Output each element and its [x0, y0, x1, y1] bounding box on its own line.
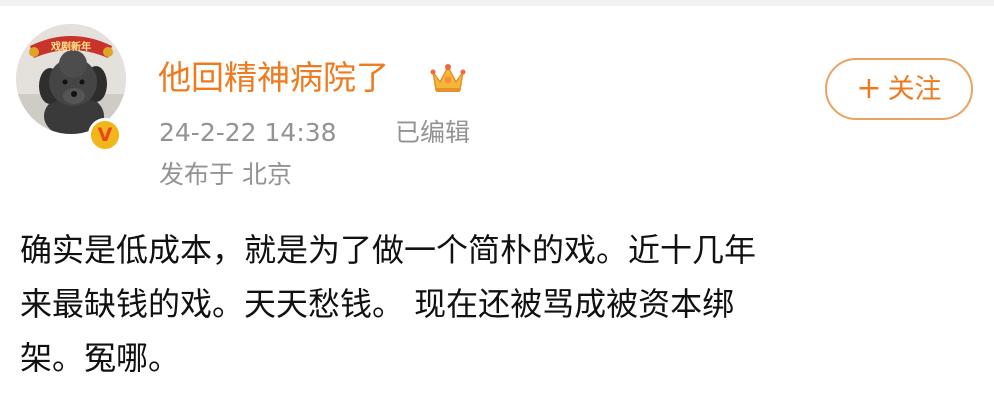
edited-label[interactable]: 已编辑 [395, 118, 470, 148]
post-text-line: 确实是低成本，就是为了做一个简朴的戏。近十几年 [20, 231, 757, 269]
post-text: 确实是低成本，就是为了做一个简朴的戏。近十几年 来最缺钱的戏。天天愁钱。 现在还… [20, 223, 970, 385]
crown-icon [430, 64, 466, 92]
top-divider [0, 0, 994, 6]
post-text-line: 架。冤哪。 [20, 339, 181, 377]
post-timestamp: 24-2-22 14:38 [159, 118, 337, 147]
poodle-avatar-image: 戏剧新年 [16, 24, 126, 134]
follow-button[interactable]: + 关注 [825, 58, 973, 120]
post-location: 发布于 北京 [159, 160, 292, 189]
avatar[interactable]: 戏剧新年 [16, 24, 126, 134]
avatar-banner-text: 戏剧新年 [50, 40, 91, 53]
plus-icon: + [856, 71, 882, 106]
post-text-line: 来最缺钱的戏。天天愁钱。 现在还被骂成被资本绑 [20, 285, 735, 323]
username[interactable]: 他回精神病院了 [158, 58, 389, 98]
verified-v-icon: V [88, 118, 122, 152]
verified-mark: V [97, 124, 113, 146]
follow-button-label: 关注 [887, 74, 942, 105]
